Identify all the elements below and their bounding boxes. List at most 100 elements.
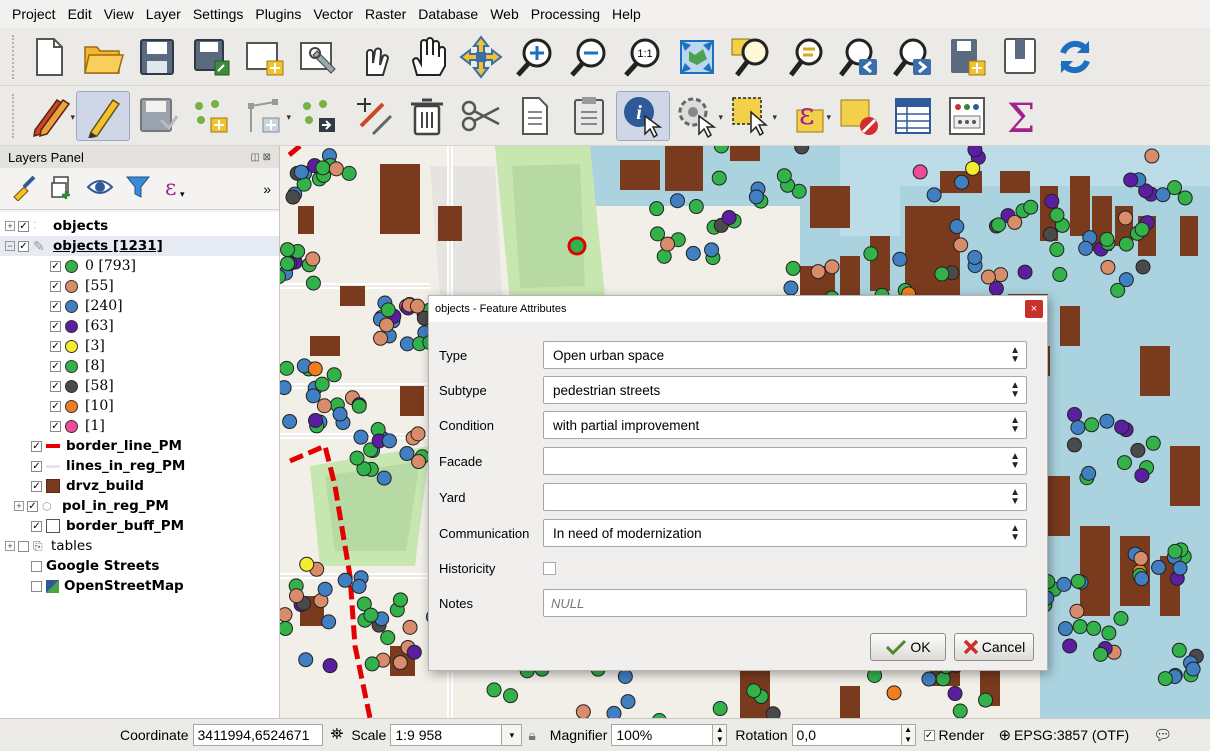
group-visibility-checkbox[interactable]: [18, 540, 29, 552]
map-point-feature[interactable]: [606, 705, 622, 718]
map-point-feature[interactable]: [1114, 419, 1130, 435]
add-feature-icon[interactable]: [184, 91, 238, 141]
map-point-feature[interactable]: [410, 426, 426, 442]
map-point-feature[interactable]: [280, 607, 293, 623]
map-point-feature[interactable]: [1023, 199, 1039, 215]
map-point-feature[interactable]: [1167, 543, 1183, 559]
map-point-feature[interactable]: [317, 581, 333, 597]
map-point-feature[interactable]: [1117, 210, 1133, 226]
facade-combobox[interactable]: ▲ ▼: [543, 447, 1027, 475]
map-point-feature[interactable]: [978, 692, 994, 708]
map-point-feature[interactable]: [1110, 282, 1126, 298]
map-point-feature[interactable]: [669, 193, 685, 209]
map-point-feature[interactable]: [1101, 625, 1117, 641]
coordinate-field[interactable]: 3411994,6524671: [192, 724, 323, 746]
subtype-combobox[interactable]: pedestrian streets ▲ ▼: [543, 376, 1027, 404]
map-point-feature[interactable]: [1135, 259, 1151, 275]
paste-features-icon[interactable]: [562, 91, 616, 141]
new-print-layout-icon[interactable]: [238, 32, 292, 82]
run-action-icon[interactable]: ▾: [670, 91, 724, 141]
layer-visibility-checkbox[interactable]: [31, 580, 42, 592]
map-point-feature[interactable]: [1086, 620, 1102, 636]
layer-item-drvz-build[interactable]: ✓ drvz_build: [0, 476, 279, 496]
legend-class-item[interactable]: ✓ [55]: [0, 276, 279, 296]
zoom-next-icon[interactable]: [886, 32, 940, 82]
dialog-title-bar[interactable]: objects - Feature Attributes ×: [429, 296, 1047, 322]
map-point-feature[interactable]: [353, 429, 369, 445]
filter-expression-icon[interactable]: ε ▾: [162, 173, 190, 204]
map-point-feature[interactable]: [379, 317, 395, 333]
deselect-all-icon[interactable]: [832, 91, 886, 141]
zoom-to-layer-icon[interactable]: [778, 32, 832, 82]
new-project-icon[interactable]: [22, 32, 76, 82]
map-point-feature[interactable]: [1145, 435, 1161, 451]
zoom-last-icon[interactable]: [832, 32, 886, 82]
expand-toggle[interactable]: +: [5, 221, 15, 231]
map-point-feature[interactable]: [305, 251, 321, 267]
new-bookmark-icon[interactable]: [994, 32, 1048, 82]
map-point-feature[interactable]: [1134, 221, 1150, 237]
map-point-feature[interactable]: [785, 260, 801, 276]
map-point-feature[interactable]: [1100, 259, 1116, 275]
toolbar-grip[interactable]: [12, 34, 16, 79]
statistics-summary-icon[interactable]: Σ: [994, 91, 1048, 141]
save-project-icon[interactable]: [130, 32, 184, 82]
map-point-feature[interactable]: [305, 388, 321, 404]
map-point-feature[interactable]: [1072, 619, 1088, 635]
map-point-feature[interactable]: [1130, 442, 1146, 458]
scale-combobox[interactable]: 1:9 958: [390, 724, 503, 746]
map-point-feature[interactable]: [1133, 550, 1149, 566]
zoom-in-icon[interactable]: [508, 32, 562, 82]
layer-visibility-checkbox[interactable]: ✓: [18, 240, 29, 252]
map-point-feature[interactable]: [952, 703, 968, 718]
class-visibility-checkbox[interactable]: ✓: [50, 320, 61, 332]
map-point-feature[interactable]: [935, 671, 951, 687]
map-point-feature[interactable]: [1151, 559, 1167, 575]
layer-item-pol-in-reg[interactable]: + ✓ ⬡ pol_in_reg_PM: [0, 496, 279, 516]
map-point-feature[interactable]: [704, 242, 720, 258]
map-point-feature[interactable]: [1044, 193, 1060, 209]
select-by-expression-icon[interactable]: ε ▾: [778, 91, 832, 141]
map-point-feature[interactable]: [315, 160, 331, 176]
map-point-feature[interactable]: [381, 433, 397, 449]
layer-item-border-buff[interactable]: ✓ border_buff_PM: [0, 516, 279, 536]
field-calculator-icon[interactable]: [940, 91, 994, 141]
map-point-feature[interactable]: [363, 607, 379, 623]
pan-to-selection-icon[interactable]: [454, 32, 508, 82]
legend-class-item[interactable]: ✓ 0 [793]: [0, 256, 279, 276]
layer-item-openstreetmap[interactable]: OpenStreetMap: [0, 576, 279, 596]
layer-visibility-checkbox[interactable]: ✓: [27, 500, 38, 512]
layer-visibility-checkbox[interactable]: [31, 560, 42, 572]
map-point-feature[interactable]: [399, 446, 415, 462]
legend-class-item[interactable]: ✓ [10]: [0, 396, 279, 416]
map-point-feature[interactable]: [921, 671, 937, 687]
delete-selected-icon[interactable]: [400, 91, 454, 141]
map-point-feature[interactable]: [1007, 214, 1023, 230]
map-point-feature[interactable]: [280, 256, 296, 272]
map-point-feature[interactable]: [1185, 661, 1201, 677]
map-point-feature[interactable]: [406, 644, 422, 660]
map-point-feature[interactable]: [1070, 573, 1086, 589]
layer-visibility-checkbox[interactable]: ✓: [31, 520, 42, 532]
map-point-feature[interactable]: [337, 572, 353, 588]
map-point-feature[interactable]: [1134, 571, 1150, 587]
map-point-feature[interactable]: [1118, 236, 1134, 252]
map-point-feature[interactable]: [1067, 407, 1083, 423]
map-point-feature[interactable]: [392, 592, 408, 608]
map-point-feature[interactable]: [322, 658, 338, 674]
add-group-icon[interactable]: [48, 173, 76, 204]
map-point-feature[interactable]: [341, 165, 357, 181]
map-point-feature[interactable]: [993, 267, 1009, 283]
ok-button[interactable]: OK: [870, 633, 946, 661]
move-feature-icon[interactable]: [292, 91, 346, 141]
map-point-feature[interactable]: [1078, 240, 1094, 256]
touch-zoom-icon[interactable]: [346, 32, 400, 82]
map-point-feature[interactable]: [321, 614, 337, 630]
legend-class-item[interactable]: ✓ [58]: [0, 376, 279, 396]
class-visibility-checkbox[interactable]: ✓: [50, 400, 61, 412]
map-point-feature[interactable]: [953, 237, 969, 253]
map-point-feature[interactable]: [402, 619, 418, 635]
layer-item-objects-editing[interactable]: − ✓ ✎ objects [1231]: [0, 236, 279, 256]
map-point-feature[interactable]: [1066, 437, 1082, 453]
expand-toggle[interactable]: +: [14, 501, 24, 511]
